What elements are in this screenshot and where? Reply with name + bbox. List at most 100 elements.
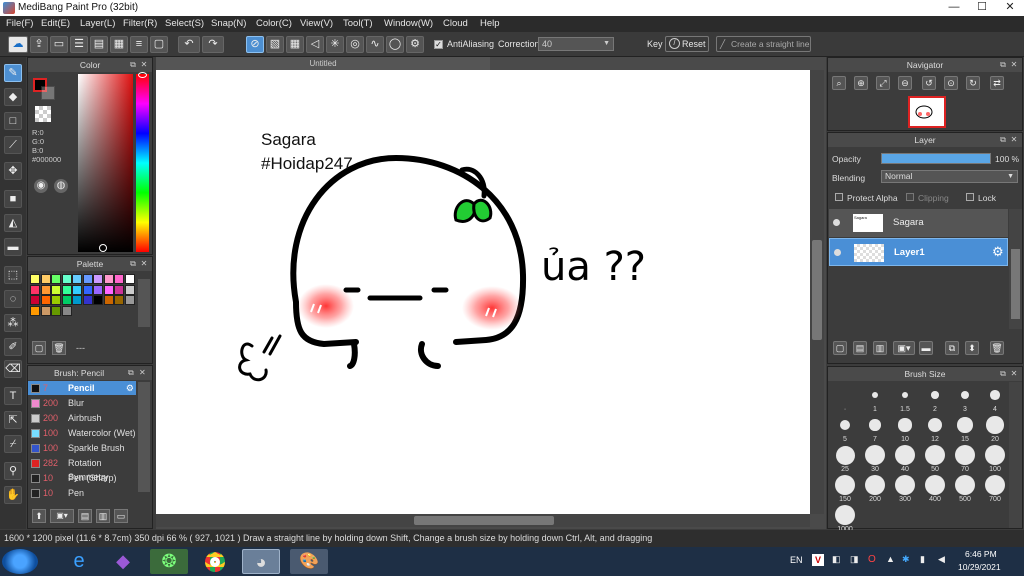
palette-swatch[interactable] [93, 284, 103, 295]
palette-swatch[interactable] [30, 305, 40, 316]
navigator-thumbnail[interactable] [908, 96, 946, 128]
snap-parallel-icon[interactable]: ▧ [266, 36, 284, 53]
canvas[interactable]: ủa ?? Sagara #Hoidap247 [156, 70, 810, 514]
undo-icon[interactable]: ↶ [178, 36, 200, 53]
clock-date[interactable]: 10/29/2021 [958, 562, 1001, 572]
fit-screen-icon[interactable]: ⤢ [876, 76, 890, 90]
horizontal-scroll-thumb[interactable] [414, 516, 554, 525]
close-button[interactable]: ✕ [996, 0, 1024, 16]
zoom-out-icon[interactable]: ⊖ [898, 76, 912, 90]
palette-swatch[interactable] [40, 284, 51, 295]
popout-icon[interactable]: ⧉ [998, 60, 1008, 70]
zoom-icon[interactable]: ⌕ [832, 76, 846, 90]
snap-grid-icon[interactable]: ▦ [286, 36, 304, 53]
brush-size-cell[interactable]: 70 [952, 445, 978, 474]
palette-swatch[interactable] [40, 295, 51, 305]
move-tool-icon[interactable]: ✥ [4, 162, 22, 180]
folder-icon[interactable]: ▬ [919, 341, 933, 355]
popout-icon[interactable]: ⧉ [998, 135, 1008, 145]
menu-edit[interactable]: Edit(E) [41, 18, 70, 29]
snap-ellipse-icon[interactable]: ◯ [386, 36, 404, 53]
layer-row-selected[interactable]: Layer1 ⚙ [829, 238, 1008, 266]
panel-close-icon[interactable]: ✕ [139, 60, 149, 70]
palette-swatch[interactable] [51, 284, 61, 295]
panel-close-icon[interactable]: ✕ [139, 259, 149, 269]
brush-menu-icon[interactable]: ▣▾ [50, 509, 74, 523]
zoom-in-icon[interactable]: ⊕ [854, 76, 868, 90]
select-eraser-tool-icon[interactable]: ⌫ [4, 360, 22, 378]
clock-time[interactable]: 6:46 PM [965, 549, 997, 559]
tray-2-icon[interactable]: ◨ [850, 554, 862, 566]
add-layer-icon[interactable]: ▢ [833, 341, 847, 355]
transparent-color-swatch[interactable] [35, 106, 51, 122]
snap-settings-icon[interactable]: ⚙ [406, 36, 424, 53]
antialiasing-checkbox[interactable]: ✓ [434, 40, 443, 49]
brush-folder-icon[interactable]: ▭ [114, 509, 128, 523]
tray-3-icon[interactable]: ▲ [886, 554, 898, 566]
palette-swatch[interactable] [51, 274, 61, 284]
horizontal-scrollbar[interactable] [156, 514, 810, 527]
menu-view[interactable]: View(V) [300, 18, 333, 29]
language-indicator[interactable]: EN [790, 555, 803, 565]
tray-opera-icon[interactable]: O [868, 554, 880, 566]
palette-swatch[interactable] [40, 305, 51, 316]
panel-close-icon[interactable]: ✕ [139, 368, 149, 378]
panel-close-icon[interactable]: ✕ [1009, 60, 1019, 70]
tray-1-icon[interactable]: ◧ [832, 554, 844, 566]
palette-swatch[interactable] [61, 284, 72, 295]
palette-swatch[interactable] [124, 295, 135, 305]
palette-swatch[interactable] [30, 295, 40, 305]
brush-size-cell[interactable]: 500 [952, 475, 978, 504]
palette-swatch[interactable] [103, 295, 114, 305]
palette-swatch[interactable] [30, 284, 40, 295]
hue-slider[interactable] [136, 74, 149, 252]
panel-close-icon[interactable]: ✕ [1009, 369, 1019, 379]
palette-swatch[interactable] [72, 295, 82, 305]
straight-line-button[interactable]: ╱ Create a straight line [716, 36, 811, 52]
palette-swatch[interactable] [93, 295, 103, 305]
shape-tool-icon[interactable]: □ [4, 112, 22, 130]
fill-rect-tool-icon[interactable]: ■ [4, 190, 22, 208]
add-brush-icon[interactable]: ⬆ [32, 509, 46, 523]
palette-swatch[interactable] [93, 274, 103, 284]
popout-icon[interactable]: ⧉ [998, 369, 1008, 379]
popout-icon[interactable]: ⧉ [128, 259, 138, 269]
brush-size-cell[interactable]: 400 [922, 475, 948, 504]
clipping-checkbox[interactable] [906, 193, 914, 201]
brush-size-cell[interactable]: 10 [892, 416, 918, 444]
flip-icon[interactable]: ⇄ [990, 76, 1004, 90]
start-button[interactable] [2, 549, 38, 574]
snap-circle-icon[interactable]: ◎ [346, 36, 364, 53]
layer-scrollbar[interactable] [1009, 209, 1022, 329]
lock-checkbox[interactable] [966, 193, 974, 201]
paint-icon[interactable]: 🎨 [290, 549, 328, 574]
color-palette-icon[interactable]: ◍ [54, 179, 68, 193]
delete-palette-icon[interactable]: 🗑 [52, 341, 66, 355]
color-wheel-icon[interactable]: ◉ [34, 179, 48, 193]
page-icon[interactable]: ▢ [150, 36, 168, 53]
merge-layer-icon[interactable]: ⬍ [965, 341, 979, 355]
rotate-left-icon[interactable]: ↺ [922, 76, 936, 90]
sv-picker-handle[interactable] [99, 244, 107, 252]
ie-icon[interactable]: e [60, 549, 98, 574]
menu-file[interactable]: File(F) [6, 18, 33, 29]
panel-close-icon[interactable]: ✕ [1009, 135, 1019, 145]
palette-swatch[interactable] [114, 295, 124, 305]
brush-size-cell[interactable]: 1 [862, 386, 888, 414]
brush-settings-icon[interactable]: ▥ [96, 509, 110, 523]
eye-icon[interactable] [833, 219, 840, 226]
palette-swatch[interactable] [82, 295, 93, 305]
palette-swatch[interactable] [114, 274, 124, 284]
brush-size-cell[interactable]: 25 [832, 445, 858, 474]
color-sv-picker[interactable] [78, 74, 133, 252]
brush-list-item[interactable]: 100 Sparkle Brush [28, 441, 136, 455]
bluetooth-icon[interactable]: ✱ [902, 554, 914, 566]
snap-perspective-icon[interactable]: ◁ [306, 36, 324, 53]
add-layer-menu-icon[interactable]: ▣▾ [893, 341, 915, 355]
brush-size-cell[interactable]: 15 [952, 416, 978, 444]
palette-swatch[interactable] [61, 295, 72, 305]
layer-scroll-thumb[interactable] [1011, 249, 1020, 319]
document-tab[interactable]: Untitled [156, 57, 490, 70]
menu-filter[interactable]: Filter(R) [123, 18, 157, 29]
add-1bit-layer-icon[interactable]: ▥ [873, 341, 887, 355]
